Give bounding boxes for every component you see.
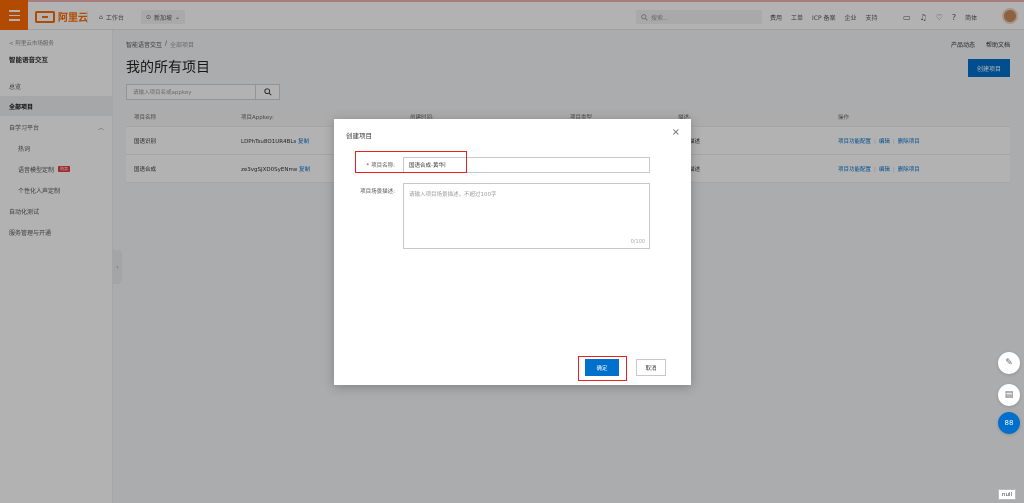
project-desc-label: 项目场景描述: [360,189,395,195]
message-icon[interactable]: ▤ [998,384,1020,406]
edit-feedback-icon[interactable]: ✎ [998,352,1020,374]
cancel-button[interactable]: 取消 [636,359,666,376]
highlight-box-name-field [355,151,467,173]
close-icon[interactable]: × [672,128,680,138]
char-counter: 0/100 [630,239,645,245]
create-project-dialog: 创建项目 × * 项目名称: 国语合成-黄华 | 项目场景描述: 请输入项目场景描述… [334,119,691,385]
apps-grid-icon[interactable]: 88 [998,412,1020,434]
textarea-placeholder: 请输入项目场景描述，不超过100字 [409,192,497,198]
dialog-title: 创建项目 [346,132,372,140]
project-desc-textarea[interactable]: 请输入项目场景描述，不超过100字 0/100 [403,183,650,249]
null-tag: null [998,489,1017,500]
confirm-button[interactable]: 确定 [585,359,619,376]
